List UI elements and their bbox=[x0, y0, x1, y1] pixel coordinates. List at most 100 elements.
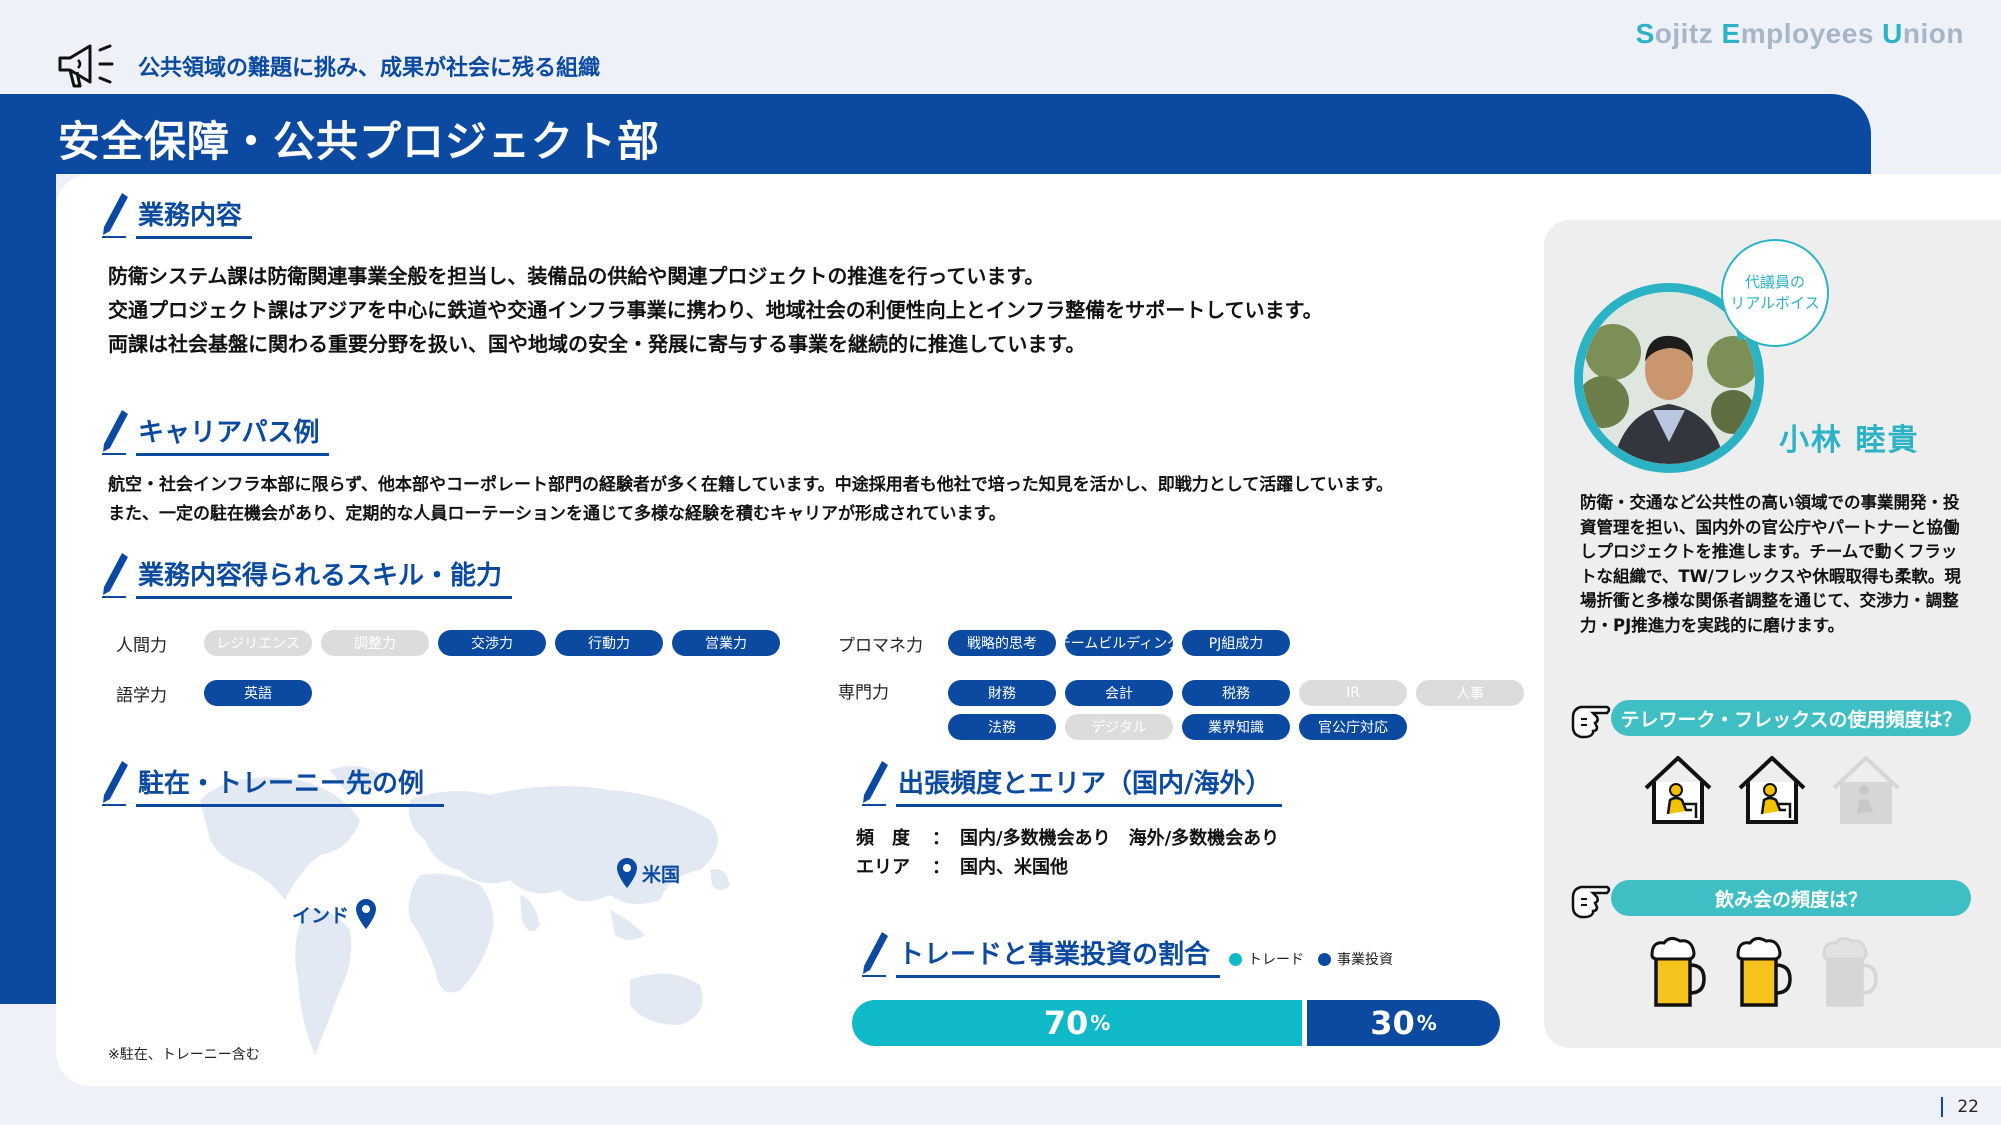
skills-heading: 業務内容得られるスキル・能力 bbox=[100, 551, 513, 599]
drink-rating bbox=[1648, 935, 1880, 1015]
skill-pill: 人事 bbox=[1416, 680, 1524, 706]
skills-title: 業務内容得られるスキル・能力 bbox=[136, 555, 513, 599]
location-pin-icon bbox=[617, 858, 637, 888]
skill-group-label: 人間力 bbox=[116, 635, 167, 656]
investment-bar: 30% bbox=[1307, 1000, 1500, 1046]
pen-icon bbox=[102, 761, 128, 806]
investment-value: 30 bbox=[1370, 1004, 1415, 1042]
skill-row-human: 人間力 レジリエンス 調整力 交渉力 行動力 営業力 bbox=[116, 630, 789, 656]
ratio-title: トレードと事業投資の割合 bbox=[896, 934, 1221, 978]
drink-question-text: 飲み会の頻度は？ bbox=[1611, 880, 1971, 916]
beer-mug-icon bbox=[1822, 936, 1878, 1007]
trade-bar: 70% bbox=[852, 1000, 1302, 1046]
pointing-hand-icon bbox=[1571, 705, 1611, 739]
location-pin-icon bbox=[356, 899, 377, 929]
telework-rating bbox=[1640, 752, 1904, 832]
business-heading: 業務内容 bbox=[100, 191, 253, 239]
house-work-icon bbox=[1832, 756, 1900, 824]
skill-pill: 会計 bbox=[1065, 680, 1173, 706]
beer-mug-icon bbox=[1650, 936, 1706, 1007]
rating-icon-filled bbox=[1734, 935, 1794, 1015]
travel-freq-row: 頻 度 ： 国内/多数機会あり 海外/多数機会あり bbox=[856, 824, 1279, 853]
career-text: 航空・社会インフラ本部に限らず、他本部やコーポレート部門の経験者が多く在籍してい… bbox=[108, 471, 1528, 529]
skill-pill: 官公庁対応 bbox=[1299, 714, 1407, 740]
skill-row-language: 語学力 英語 bbox=[116, 680, 321, 706]
travel-heading: 出張頻度とエリア（国内/海外） bbox=[860, 759, 1282, 807]
pin-usa: 米国 bbox=[616, 857, 680, 889]
beer-mug-icon bbox=[1736, 936, 1792, 1007]
brand-part: Union bbox=[1882, 18, 1964, 49]
rating-icon-empty bbox=[1820, 935, 1880, 1015]
trade-value: 70 bbox=[1043, 1004, 1089, 1042]
skill-group-label: プロマネ力 bbox=[838, 635, 923, 656]
text-line: 防衛システム課は防衛関連事業全般を担当し、装備品の供給や関連プロジェクトの推進を… bbox=[108, 264, 1045, 288]
pen-icon bbox=[102, 193, 128, 238]
bubble-text: 代議員の bbox=[1744, 273, 1805, 291]
skill-pill: チームビルディング bbox=[1057, 630, 1181, 656]
pen-icon bbox=[102, 410, 128, 455]
skill-pill: デジタル bbox=[1065, 714, 1173, 740]
brand-logo: Sojitz Employees Union bbox=[1636, 18, 1964, 50]
travel-area-label: エリア bbox=[856, 857, 910, 878]
career-title: キャリアパス例 bbox=[136, 412, 330, 456]
posting-title: 駐在・トレーニー先の例 bbox=[136, 763, 445, 807]
skill-pill: PJ組成力 bbox=[1182, 630, 1290, 656]
travel-area-row: エリア ： 国内、米国他 bbox=[856, 853, 1279, 882]
text-line: 両課は社会基盤に関わる重要分野を扱い、国や地域の安全・発展に寄与する事業を継続的… bbox=[108, 332, 1086, 356]
pin-india: インド bbox=[292, 898, 377, 930]
skill-pills: レジリエンス 調整力 交渉力 行動力 営業力 bbox=[204, 630, 789, 656]
skill-pill: 財務 bbox=[948, 680, 1056, 706]
skill-pill: 戦略的思考 bbox=[948, 630, 1056, 656]
rating-icon-filled bbox=[1734, 752, 1810, 832]
megaphone-icon bbox=[58, 44, 114, 88]
travel-freq-label: 頻 度 bbox=[856, 828, 910, 849]
skill-row-expert: 専門力 財務 会計 税務 IR 人事 法務 デジタル 業界知識 官公庁対応 bbox=[838, 680, 1548, 740]
skill-pill: 税務 bbox=[1182, 680, 1290, 706]
rating-icon-filled bbox=[1640, 752, 1716, 832]
unit: % bbox=[1416, 1011, 1437, 1035]
travel-info: 頻 度 ： 国内/多数機会あり 海外/多数機会あり エリア ： 国内、米国他 bbox=[856, 824, 1279, 882]
rating-icon-filled bbox=[1648, 935, 1708, 1015]
skill-pills: 戦略的思考 チームビルディング PJ組成力 bbox=[948, 630, 1299, 656]
separator: ： bbox=[932, 828, 950, 849]
left-accent-strip bbox=[0, 174, 56, 1004]
posting-note: ※駐在、トレーニー含む bbox=[108, 1047, 260, 1063]
bubble-text: リアルボイス bbox=[1730, 294, 1820, 312]
business-title: 業務内容 bbox=[136, 195, 253, 239]
page-title: 安全保障・公共プロジェクト部 bbox=[58, 117, 661, 166]
telework-question-text: テレワーク・フレックスの使用頻度は？ bbox=[1611, 700, 1971, 736]
drink-question: 飲み会の頻度は？ bbox=[1567, 873, 1971, 923]
travel-freq-value: 国内/多数機会あり 海外/多数機会あり bbox=[960, 828, 1280, 849]
ratio-heading: トレードと事業投資の割合 bbox=[860, 930, 1221, 978]
skill-pill: 営業力 bbox=[672, 630, 780, 656]
legend-swatch bbox=[1318, 952, 1331, 966]
ratio-legend: トレード 事業投資 bbox=[1229, 949, 1393, 969]
pin-label: 米国 bbox=[642, 863, 681, 886]
pointing-hand-icon bbox=[1571, 885, 1611, 919]
house-work-icon bbox=[1738, 756, 1806, 824]
skill-group-label: 専門力 bbox=[838, 683, 889, 703]
skill-pill: 業界知識 bbox=[1182, 714, 1290, 740]
skill-group-label: 語学力 bbox=[116, 685, 167, 706]
pen-icon bbox=[862, 932, 888, 977]
skill-pill: 交渉力 bbox=[438, 630, 546, 656]
travel-area-value: 国内、米国他 bbox=[960, 857, 1068, 878]
skill-pill: レジリエンス bbox=[204, 630, 312, 656]
text-line: また、一定の駐在機会があり、定期的な人員ローテーションを通じて多様な経験を積むキ… bbox=[108, 504, 1006, 524]
representative-name: 小林 睦貴 bbox=[1779, 423, 1920, 458]
skill-pill: 法務 bbox=[948, 714, 1056, 740]
pin-label: インド bbox=[292, 904, 350, 927]
brand-part: Sojitz bbox=[1635, 18, 1722, 49]
legend-label: トレード bbox=[1248, 952, 1304, 968]
skill-pills: 財務 会計 税務 IR 人事 法務 デジタル 業界知識 官公庁対応 bbox=[948, 680, 1548, 740]
legend-label: 事業投資 bbox=[1337, 952, 1393, 968]
skill-pill: 調整力 bbox=[321, 630, 429, 656]
pen-icon bbox=[862, 761, 888, 806]
skill-pills: 英語 bbox=[204, 680, 321, 706]
telework-question: テレワーク・フレックスの使用頻度は？ bbox=[1567, 693, 1971, 743]
separator: ： bbox=[932, 857, 950, 878]
speech-bubble: 代議員の リアルボイス bbox=[1721, 239, 1829, 347]
business-text: 防衛システム課は防衛関連事業全般を担当し、装備品の供給や関連プロジェクトの推進を… bbox=[108, 259, 1508, 361]
unit: % bbox=[1090, 1011, 1111, 1035]
career-heading: キャリアパス例 bbox=[100, 408, 330, 456]
